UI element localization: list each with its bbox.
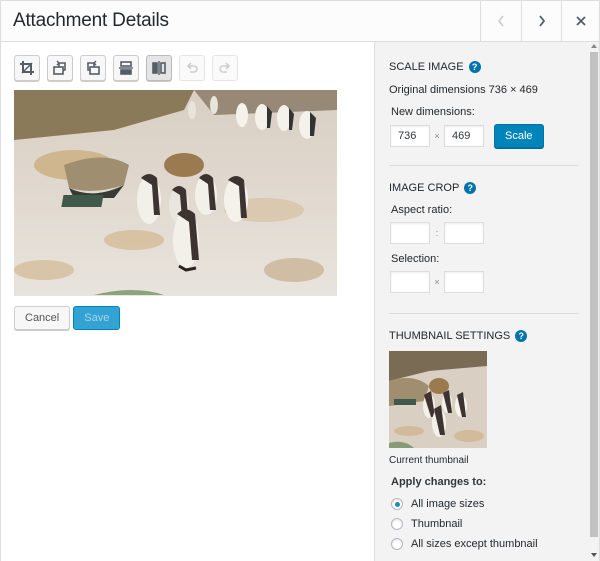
radio-label: Thumbnail (411, 518, 463, 530)
new-dimensions-label: New dimensions: (391, 106, 475, 118)
close-icon (575, 16, 586, 26)
apply-changes-label: Apply changes to: (391, 476, 487, 488)
flip-horizontal-button[interactable] (146, 55, 172, 81)
modal-header: Attachment Details (1, 1, 599, 42)
help-icon[interactable]: ? (515, 330, 528, 342)
cancel-button[interactable]: Cancel (14, 306, 71, 330)
aspect-ratio-row: : (390, 222, 578, 244)
section-divider (389, 165, 578, 166)
thumbnail-settings-heading: Thumbnail Settings ? (389, 330, 578, 342)
rotate-right-icon (87, 60, 100, 75)
redo-button[interactable] (212, 55, 238, 81)
image-preview[interactable] (14, 90, 337, 296)
selection-separator: × (434, 277, 440, 287)
thumbnail-settings-title: Thumbnail Settings (389, 330, 511, 342)
scale-image-section: Scale Image ? Original dimensions 736 × … (389, 61, 578, 148)
rotate-right-button[interactable] (80, 55, 106, 81)
selection-label: Selection: (391, 253, 440, 265)
redo-icon (219, 62, 231, 73)
scale-button[interactable]: Scale (494, 124, 544, 148)
edit-actions: Cancel Save (14, 306, 121, 330)
chevron-left-icon (497, 15, 504, 27)
original-dimensions: Original dimensions 736 × 469 (389, 84, 538, 96)
aspect-separator: : (435, 228, 439, 238)
scale-image-title: Scale Image (389, 61, 464, 73)
help-icon[interactable]: ? (464, 182, 477, 194)
scale-width-input[interactable] (390, 125, 430, 147)
radio-option-thumbnail[interactable]: Thumbnail (391, 514, 578, 534)
scrollbar-thumb[interactable] (590, 52, 598, 537)
previous-button[interactable] (480, 1, 520, 41)
aspect-ratio-height-input[interactable] (444, 222, 484, 244)
undo-button[interactable] (179, 55, 205, 81)
crop-button[interactable] (14, 55, 40, 81)
flip-vertical-button[interactable] (113, 55, 139, 81)
selection-width-input[interactable] (390, 271, 430, 293)
radio-button[interactable] (391, 538, 403, 550)
current-thumbnail-label: Current thumbnail (389, 455, 469, 466)
rotate-left-button[interactable] (47, 55, 73, 81)
aspect-ratio-width-input[interactable] (390, 222, 430, 244)
rotate-left-icon (53, 60, 66, 75)
section-divider (389, 313, 578, 314)
dimension-separator: × (434, 131, 440, 141)
current-thumbnail-image (389, 351, 487, 448)
save-button[interactable]: Save (73, 306, 121, 330)
image-crop-section: Image Crop ? Aspect ratio: : Selection: … (389, 182, 578, 293)
apply-changes-options: All image sizes Thumbnail All sizes exce… (391, 494, 578, 554)
image-edit-toolbar (14, 55, 238, 81)
chevron-right-icon (538, 15, 545, 27)
image-crop-heading: Image Crop ? (389, 182, 578, 194)
close-button[interactable] (561, 1, 599, 41)
image-crop-title: Image Crop (389, 182, 460, 194)
image-editor: Cancel Save (1, 42, 374, 561)
selection-height-input[interactable] (444, 271, 484, 293)
scroll-up-arrow-icon[interactable] (591, 44, 597, 48)
selection-row: × (390, 271, 578, 293)
scroll-down-arrow-icon[interactable] (591, 553, 597, 557)
radio-label: All image sizes (411, 498, 485, 510)
radio-option-all-except-thumbnail[interactable]: All sizes except thumbnail (391, 534, 578, 554)
sidebar-scrollbar[interactable] (589, 42, 599, 561)
aspect-ratio-label: Aspect ratio: (391, 204, 453, 216)
thumbnail-settings-section: Thumbnail Settings ? (389, 330, 578, 554)
new-dimensions-row: × Scale (390, 124, 578, 148)
radio-option-all-sizes[interactable]: All image sizes (391, 494, 578, 514)
undo-icon (186, 62, 198, 73)
modal-title: Attachment Details (13, 10, 169, 31)
flip-horizontal-icon (152, 61, 166, 75)
help-icon[interactable]: ? (468, 61, 481, 73)
penguins-photo (14, 90, 337, 296)
scale-height-input[interactable] (444, 125, 484, 147)
scale-image-heading: Scale Image ? (389, 61, 578, 73)
next-button[interactable] (521, 1, 561, 41)
radio-button[interactable] (391, 518, 403, 530)
radio-button[interactable] (391, 498, 403, 510)
attachment-details-modal: Attachment Details Cancel Save SCALE IMA… (0, 0, 600, 561)
flip-vertical-icon (119, 61, 133, 75)
image-settings-sidebar: Scale Image ? Original dimensions 736 × … (374, 42, 599, 561)
crop-icon (20, 61, 34, 75)
radio-label: All sizes except thumbnail (411, 538, 538, 550)
